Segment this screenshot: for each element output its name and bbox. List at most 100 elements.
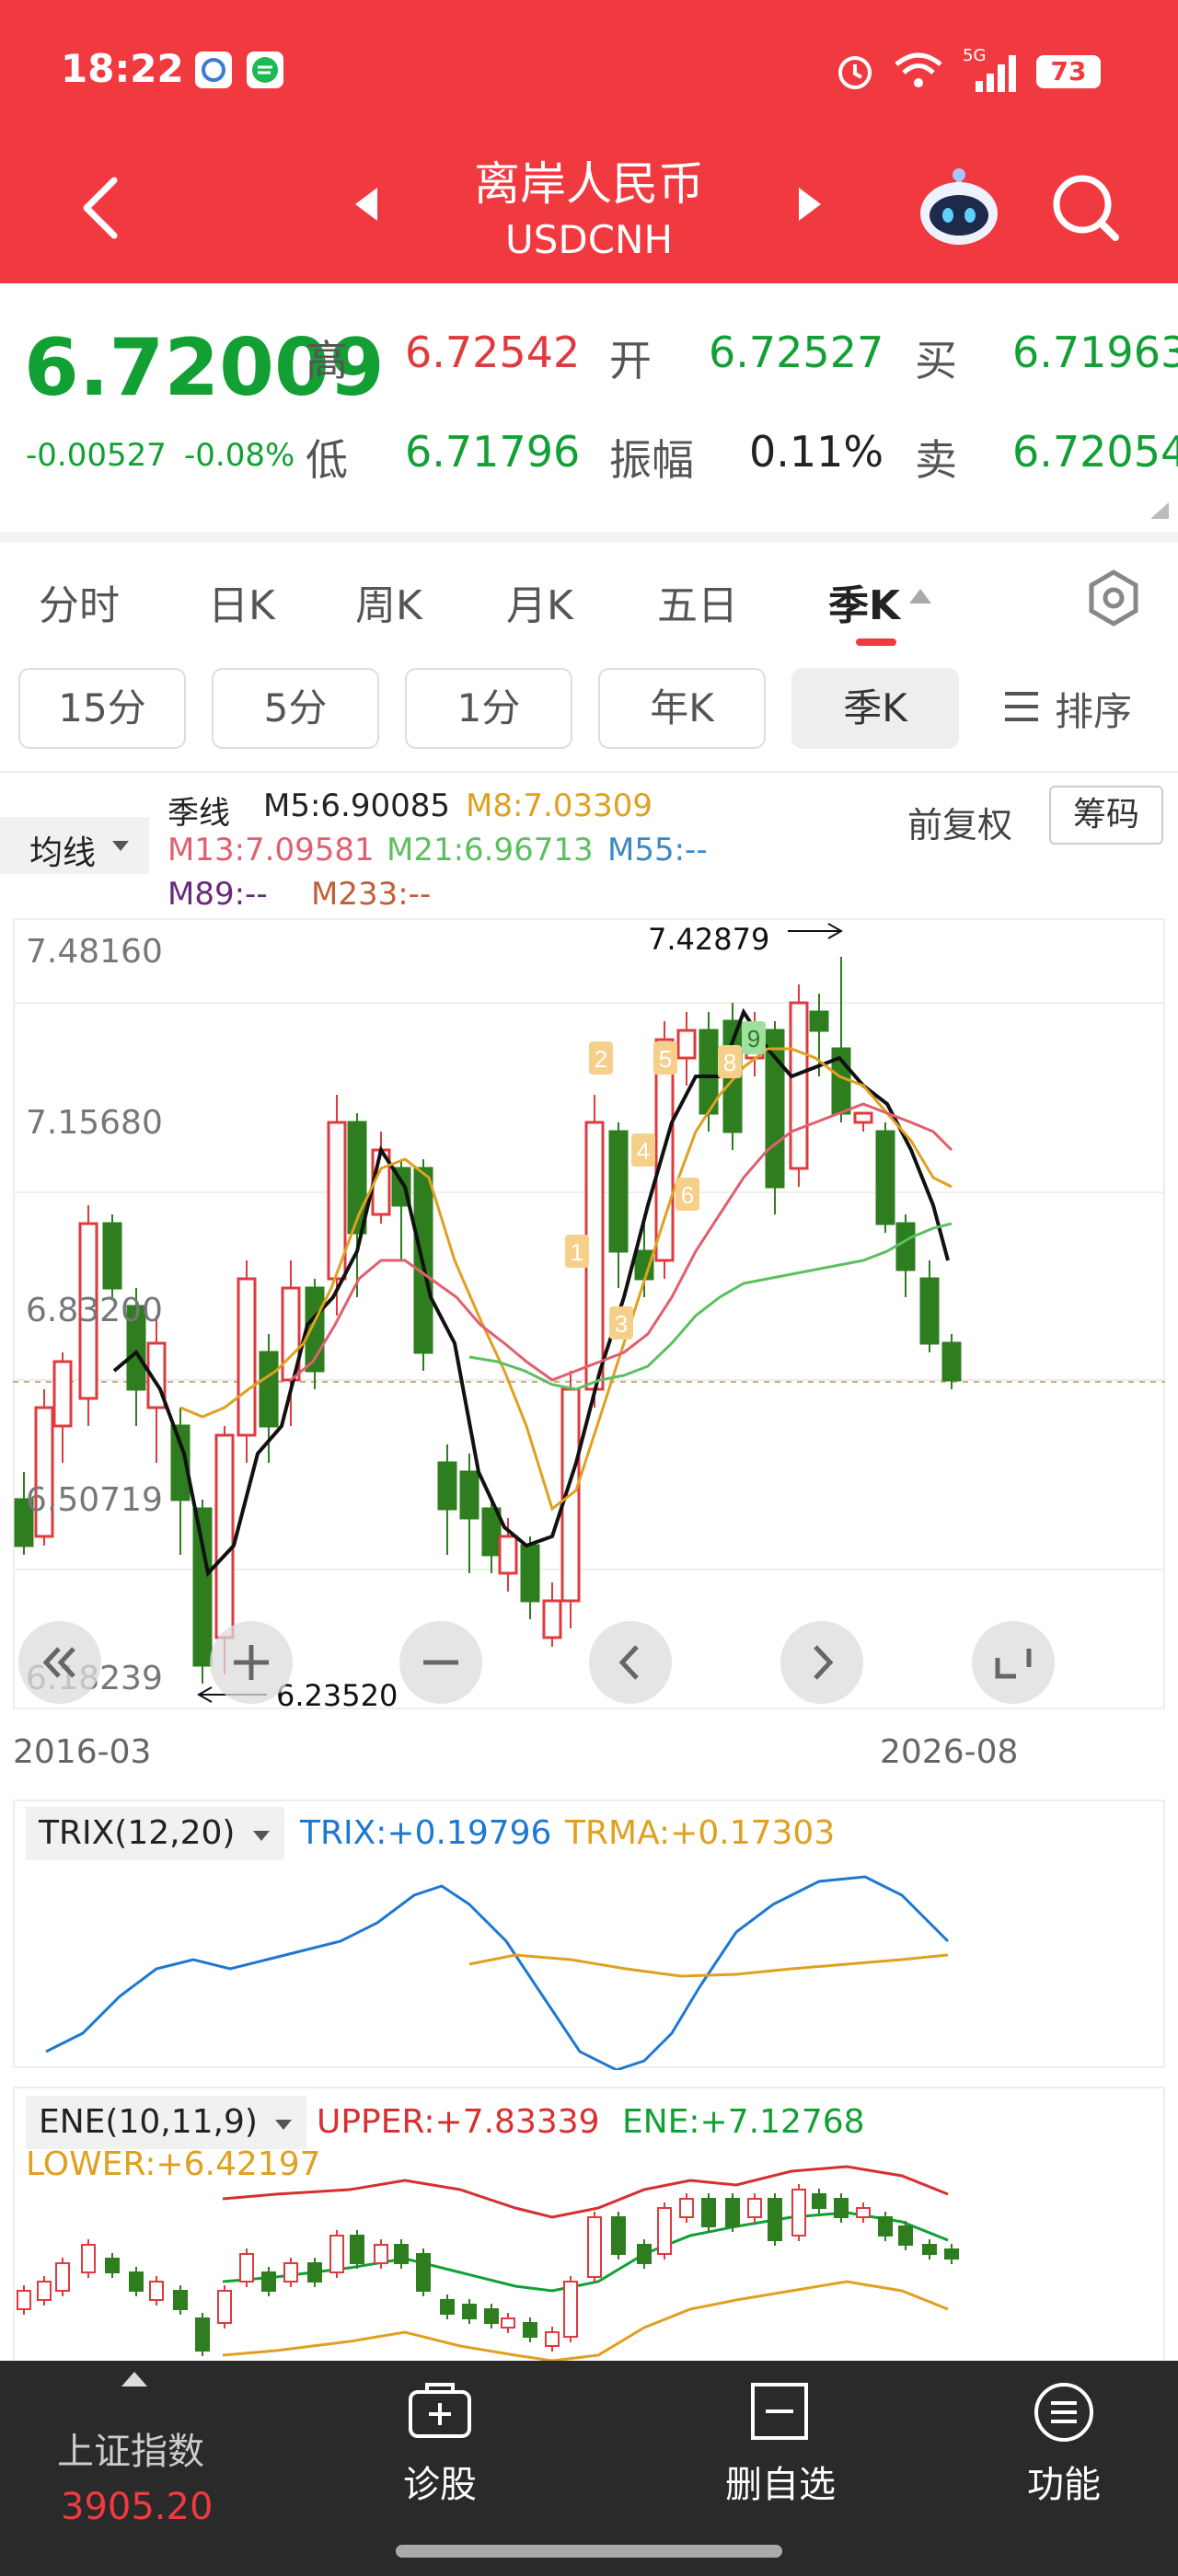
interval-5min-button[interactable]: 5分 bbox=[212, 668, 379, 749]
ma-m8: M8:7.03309 bbox=[466, 788, 653, 824]
candle-body bbox=[542, 1599, 562, 1639]
ma-m55: M55:-- bbox=[607, 832, 708, 868]
adjust-mode-button[interactable]: 前复权 bbox=[907, 797, 1012, 847]
index-value: 3905.20 bbox=[61, 2486, 214, 2528]
pan-left-button[interactable] bbox=[589, 1621, 672, 1704]
sort-list-icon[interactable] bbox=[1003, 686, 1040, 730]
alarm-icon bbox=[834, 50, 876, 96]
tab-daily-k[interactable]: 日K bbox=[208, 572, 275, 631]
interval-15min-button[interactable]: 15分 bbox=[18, 668, 186, 749]
ene-candle-body bbox=[587, 2216, 602, 2278]
ene-candle-body bbox=[350, 2235, 364, 2264]
expand-corner-icon[interactable] bbox=[1147, 500, 1171, 524]
ene-candle-body bbox=[55, 2262, 70, 2292]
sequence-marker-label: 6 bbox=[681, 1181, 694, 1209]
ene-selector[interactable]: ENE(10,11,9) bbox=[26, 2096, 307, 2149]
candle-body bbox=[102, 1222, 122, 1290]
tab-monthly-k[interactable]: 月K bbox=[506, 572, 573, 631]
ene-candle-body bbox=[149, 2281, 164, 2301]
candle-body bbox=[459, 1470, 479, 1520]
tab-quarterly-k[interactable]: 季K bbox=[828, 572, 900, 631]
tab-dropdown-icon[interactable] bbox=[907, 585, 933, 611]
candle-body bbox=[498, 1535, 518, 1575]
ene-candle-body bbox=[307, 2262, 322, 2283]
sort-button[interactable]: 排序 bbox=[1055, 681, 1132, 737]
app-notification-icon bbox=[195, 52, 232, 88]
diagnose-icon[interactable] bbox=[405, 2379, 475, 2447]
top-header: 18:22 5G 73 离岸人民币 USDCNH bbox=[0, 0, 1178, 283]
ene-candle-body bbox=[173, 2290, 188, 2310]
price-change-pct: -0.08% bbox=[184, 437, 295, 474]
ene-candle-body bbox=[856, 2207, 871, 2218]
ene-candle-body bbox=[701, 2198, 716, 2227]
next-symbol-icon[interactable] bbox=[793, 184, 826, 228]
ene-candle-body bbox=[637, 2244, 652, 2264]
ma-m13: M13:7.09581 bbox=[167, 832, 375, 868]
ene-candle-body bbox=[283, 2262, 298, 2283]
ma-m21: M21:6.96713 bbox=[387, 832, 594, 868]
ene-candle-body bbox=[944, 2248, 959, 2260]
ene-candle-body bbox=[878, 2216, 893, 2237]
scroll-to-start-button[interactable] bbox=[18, 1621, 101, 1704]
chevron-down-icon bbox=[251, 1807, 271, 1860]
search-icon[interactable] bbox=[1049, 171, 1123, 248]
robot-assistant-icon[interactable] bbox=[913, 162, 1005, 254]
ma-selector-label: 均线 bbox=[29, 834, 97, 872]
menu-icon[interactable] bbox=[1033, 2381, 1095, 2447]
y-axis-label: 7.48160 bbox=[26, 933, 163, 971]
candle-body bbox=[765, 1029, 785, 1189]
high-value: 6.72542 bbox=[405, 328, 581, 377]
candle-body bbox=[895, 1222, 916, 1271]
candle-body bbox=[608, 1130, 629, 1253]
candle-body bbox=[52, 1360, 73, 1428]
interval-yearly-k-button[interactable]: 年K bbox=[598, 668, 766, 749]
candle-body bbox=[676, 1029, 697, 1060]
candle-body bbox=[809, 1010, 829, 1032]
interval-1min-button[interactable]: 1分 bbox=[405, 668, 572, 749]
index-name[interactable]: 上证指数 bbox=[57, 2421, 204, 2475]
ene-candle-body bbox=[812, 2193, 826, 2209]
y-axis-label: 6.83200 bbox=[26, 1292, 163, 1329]
remove-watchlist-icon[interactable] bbox=[747, 2381, 812, 2445]
home-gesture-bar[interactable] bbox=[396, 2545, 782, 2558]
nav-remove-watchlist[interactable]: 删自选 bbox=[699, 2455, 861, 2508]
high-arrow-icon bbox=[788, 923, 844, 939]
trix-selector-label: TRIX(12,20) bbox=[39, 1814, 236, 1852]
tab-weekly-k[interactable]: 周K bbox=[355, 572, 422, 631]
chip-distribution-button[interactable]: 筹码 bbox=[1049, 786, 1163, 845]
trma-value: TRMA:+0.17303 bbox=[565, 1814, 836, 1852]
price-change: -0.00527 bbox=[26, 437, 167, 474]
ene-candle-body bbox=[217, 2290, 232, 2324]
sequence-marker-label: 2 bbox=[595, 1045, 607, 1073]
sequence-marker-label: 3 bbox=[615, 1310, 628, 1338]
expand-up-icon[interactable] bbox=[120, 2370, 149, 2392]
settings-icon[interactable] bbox=[1084, 569, 1143, 631]
tab-intraday[interactable]: 分时 bbox=[39, 572, 120, 631]
ene-candle-body bbox=[791, 2189, 806, 2237]
ene-middle: ENE:+7.12768 bbox=[622, 2103, 865, 2141]
kline-chart[interactable]: 1 2 3 4 5 6 89 bbox=[0, 911, 1178, 1720]
pan-right-button[interactable] bbox=[780, 1621, 863, 1704]
candle-body bbox=[919, 1277, 940, 1345]
ene-candle-body bbox=[394, 2244, 409, 2264]
chevron-down-icon bbox=[110, 839, 131, 857]
nav-diagnose[interactable]: 诊股 bbox=[366, 2455, 514, 2508]
trix-selector[interactable]: TRIX(12,20) bbox=[26, 1807, 284, 1860]
trix-value: TRIX:+0.19796 bbox=[300, 1814, 552, 1852]
sell-value: 6.72054 bbox=[1012, 427, 1178, 477]
tab-five-day[interactable]: 五日 bbox=[657, 572, 738, 631]
candle-body bbox=[875, 1130, 895, 1225]
ene-candle-body bbox=[747, 2198, 762, 2218]
ene-candle-body bbox=[105, 2258, 120, 2273]
interval-quarterly-k-button[interactable]: 季K bbox=[791, 668, 959, 749]
low-value: 6.71796 bbox=[405, 427, 581, 477]
amplitude-label: 振幅 bbox=[609, 435, 694, 485]
ma-selector[interactable]: 均线 bbox=[0, 817, 149, 874]
zoom-in-button[interactable] bbox=[210, 1621, 293, 1704]
zoom-out-button[interactable] bbox=[399, 1621, 482, 1704]
nav-functions[interactable]: 功能 bbox=[990, 2455, 1138, 2508]
fullscreen-button[interactable] bbox=[972, 1621, 1055, 1704]
sequence-marker-label: 9 bbox=[747, 1025, 760, 1052]
ene-candle-body bbox=[834, 2198, 849, 2218]
ene-candle-body bbox=[81, 2244, 96, 2273]
